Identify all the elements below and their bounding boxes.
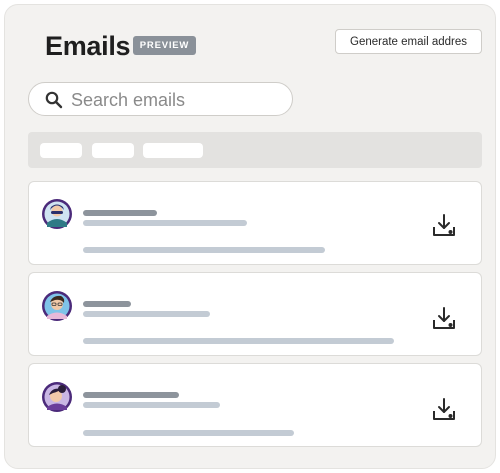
avatar-2 [42, 291, 72, 321]
filter-chip[interactable] [143, 143, 203, 158]
preview-badge: PREVIEW [133, 36, 196, 55]
preview-placeholder [83, 430, 294, 436]
search-icon [45, 91, 63, 109]
download-icon[interactable] [431, 306, 457, 332]
email-row[interactable] [28, 181, 482, 265]
search-box[interactable] [28, 82, 293, 116]
download-icon[interactable] [431, 213, 457, 239]
page-title: Emails [45, 31, 131, 61]
search-input[interactable] [69, 88, 283, 112]
sender-placeholder [83, 392, 179, 398]
download-icon[interactable] [431, 397, 457, 423]
filter-chip[interactable] [40, 143, 82, 158]
sender-placeholder [83, 301, 131, 307]
subject-placeholder [83, 402, 220, 408]
preview-placeholder [83, 247, 325, 253]
preview-placeholder [83, 338, 394, 344]
filter-bar [28, 132, 482, 168]
emails-panel: Emails PREVIEW Generate email addres [4, 4, 496, 469]
email-row[interactable] [28, 363, 482, 447]
subject-placeholder [83, 311, 210, 317]
generate-email-address-button[interactable]: Generate email addres [335, 29, 482, 54]
sender-placeholder [83, 210, 157, 216]
email-row[interactable] [28, 272, 482, 356]
avatar-1 [42, 199, 72, 229]
subject-placeholder [83, 220, 247, 226]
filter-chip[interactable] [92, 143, 134, 158]
avatar-3 [42, 382, 72, 412]
